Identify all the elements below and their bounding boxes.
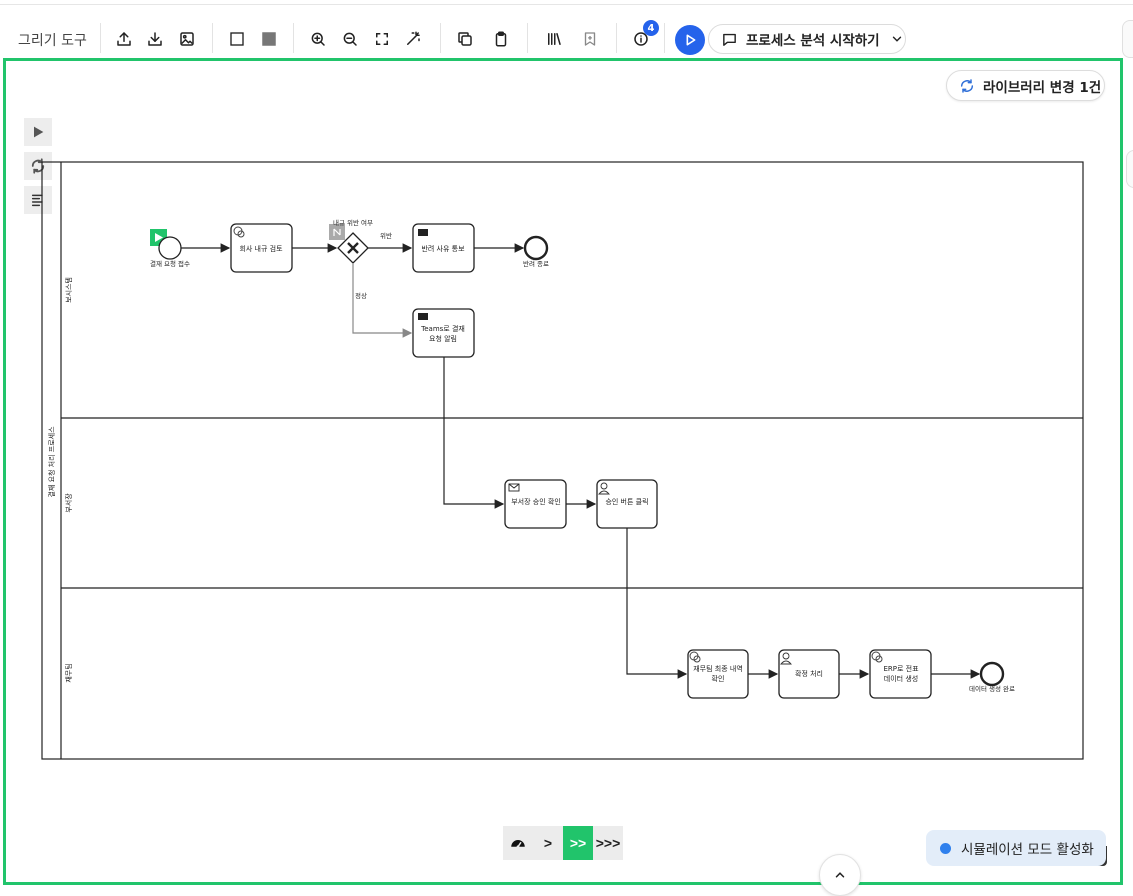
gateway-label: 내규 위반 여부 — [333, 218, 373, 227]
send-task-icon — [418, 229, 428, 236]
task-erp-create-label-1: ERP로 전표 — [883, 664, 919, 673]
speed-fastest-button[interactable]: >>> — [593, 826, 623, 860]
speed-gauge-button[interactable] — [503, 826, 533, 860]
simulation-mode-label: 시뮬레이션 모드 활성화 — [961, 842, 1094, 858]
task-finance-check[interactable] — [687, 649, 749, 699]
lane-label-finance: 재무팀 — [65, 663, 73, 682]
end-event-data-label: 데이터 생성 완료 — [969, 684, 1015, 693]
pool-label: 결재 요청 처리 프로세스 — [47, 426, 56, 498]
chevron-up-icon — [835, 872, 845, 878]
task-erp-create[interactable] — [869, 649, 932, 699]
simulation-mode-badge[interactable]: 시뮬레이션 모드 활성화 — [926, 830, 1106, 866]
simulation-speed-control: > >> >>> — [503, 826, 623, 860]
gauge-icon — [511, 840, 525, 849]
collapse-panel-button[interactable] — [819, 854, 861, 896]
flow-label-violation: 위반 — [380, 231, 392, 240]
lane-label-manager: 부서장 — [64, 493, 73, 513]
send-task-icon — [418, 313, 428, 320]
lane-label-system: 보시스템 — [65, 277, 73, 303]
task-finance-check-label-1: 재무팀 최종 내역 — [693, 664, 743, 673]
task-settle-label: 확정 처리 — [795, 669, 823, 678]
status-dot-icon — [940, 842, 951, 854]
end-event-reject-label: 반려 종료 — [523, 259, 549, 268]
sequence-flows — [181, 243, 981, 679]
speed-normal-button[interactable]: > — [533, 826, 563, 860]
task-head-confirm-label: 부서장 승인 확인 — [511, 497, 561, 506]
speed-fast-button[interactable]: >> — [563, 826, 593, 860]
task-teams-notify-label-2: 요청 알림 — [429, 334, 457, 343]
task-finance-check-label-2: 확인 — [712, 674, 725, 683]
end-event-reject[interactable] — [523, 235, 549, 261]
task-erp-create-label-2: 데이터 생성 — [884, 674, 918, 683]
flow-label-normal: 정상 — [355, 291, 367, 300]
task-approve-click-label: 승인 버튼 클릭 — [605, 497, 648, 506]
task-policy-review-label: 회사 내규 검토 — [239, 244, 283, 253]
task-teams-notify-label-1: Teams로 결재 — [420, 324, 465, 333]
bpmn-diagram: 결재 요청 처리 프로세스 보시스템 부서장 재무팀 결재 요청 접수 회사 내… — [41, 161, 1084, 760]
start-event-label: 결재 요청 접수 — [150, 259, 190, 268]
end-event-data[interactable] — [979, 661, 1005, 687]
task-reject-notify-label: 반려 사유 통보 — [421, 244, 465, 253]
start-event[interactable] — [158, 236, 182, 260]
